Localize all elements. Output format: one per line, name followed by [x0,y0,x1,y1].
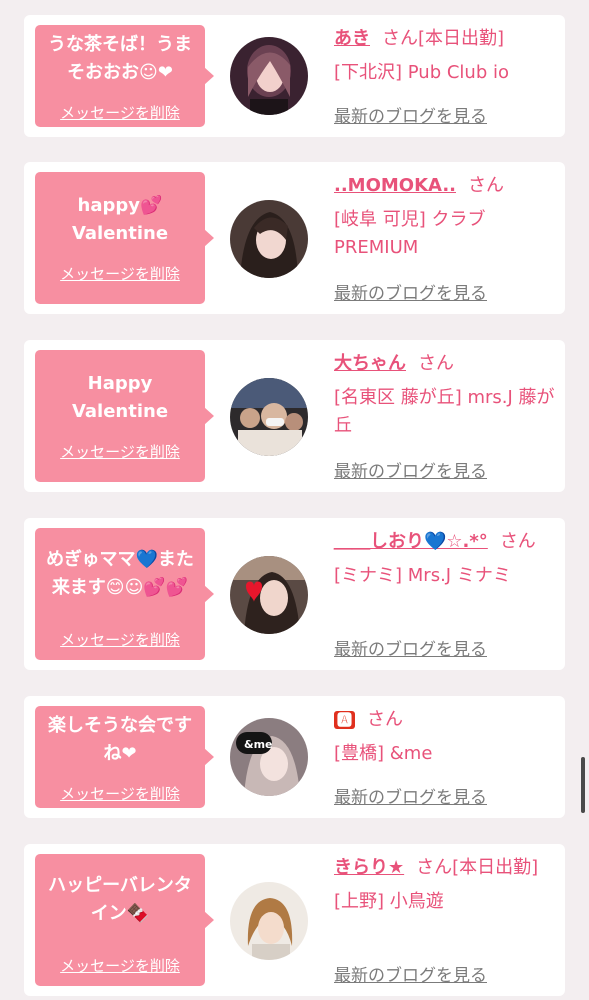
hostess-name-link[interactable]: きらり★ [334,857,404,878]
honorific-label: さん [468,175,504,196]
message-bubble: Happy Valentine メッセージを削除 [35,350,214,482]
message-card: ハッピーバレンタイン🍫 メッセージを削除 きらり★ さん[本日出勤] [上野] 小… [24,844,565,996]
hostess-info: あき さん[本日出勤] [下北沢] Pub Club io [334,25,556,87]
delete-message-link[interactable]: メッセージを削除 [35,783,205,804]
latest-blog-link[interactable]: 最新のブログを見る [334,102,487,127]
avatar[interactable] [230,37,308,115]
message-bubble: めぎゅママ💙また来ます😊☺💕💕 メッセージを削除 [35,528,214,660]
shop-label: [上野] 小鳥遊 [334,891,444,912]
message-card: 楽しそうな会ですね❤ メッセージを削除 &me 🅰 さん [豊橋] &me 最新の… [24,696,565,818]
woman-portrait-icon [230,200,308,278]
honorific-label: さん [418,353,454,374]
hostess-info: 大ちゃん さん [名東区 藤が丘] mrs.J 藤が丘 [334,350,556,440]
latest-blog-link[interactable]: 最新のブログを見る [334,457,487,482]
delete-message-link[interactable]: メッセージを削除 [35,441,205,462]
avatar[interactable] [230,378,308,456]
honorific-label: さん [499,531,536,552]
avatar[interactable] [230,556,308,634]
message-text: うな茶そば！うまそおおお☺❤ [48,34,192,83]
honorific-label: さん[本日出勤] [382,28,505,49]
hostess-info: ..MOMOKA.. さん [岐阜 可児] クラブ PREMIUM [334,172,556,262]
woman-portrait-icon [230,882,308,960]
message-bubble: happy💕 Valentine メッセージを削除 [35,172,214,304]
message-text: 楽しそうな会ですね❤ [48,715,192,764]
hostess-name-link[interactable]: ..MOMOKA.. [334,175,456,196]
me-sticker-label: &me [244,738,273,751]
scrollbar[interactable] [581,757,585,813]
group-photo-icon [230,378,308,456]
shop-label: [岐阜 可児] クラブ PREMIUM [334,209,486,258]
message-bubble: ハッピーバレンタイン🍫 メッセージを削除 [35,854,214,986]
hostess-info: ＿＿しおり💙☆.*° さん [ミナミ] Mrs.J ミナミ [334,528,556,590]
shop-label: [ミナミ] Mrs.J ミナミ [334,565,511,586]
avatar[interactable]: &me [230,718,308,796]
hostess-name-link[interactable]: あき [334,28,370,49]
woman-portrait-icon [230,37,308,115]
delete-message-link[interactable]: メッセージを削除 [35,102,205,123]
message-text: ハッピーバレンタイン🍫 [48,875,192,924]
latest-blog-link[interactable]: 最新のブログを見る [334,961,487,986]
message-bubble: うな茶そば！うまそおおお☺❤ メッセージを削除 [35,25,214,127]
delete-message-link[interactable]: メッセージを削除 [35,629,205,650]
latest-blog-link[interactable]: 最新のブログを見る [334,279,487,304]
honorific-label: さん[本日出勤] [416,857,539,878]
hostess-name-link[interactable]: ＿＿しおり💙☆.*° [334,531,488,552]
avatar[interactable] [230,200,308,278]
message-text: Happy Valentine [71,373,169,422]
message-card: Happy Valentine メッセージを削除 大ちゃん さん [名東区 藤が丘… [24,340,565,492]
hostess-name-link[interactable]: 大ちゃん [334,353,406,374]
hostess-name-link[interactable]: 🅰 [334,711,356,729]
woman-portrait-icon [230,556,308,634]
message-text: めぎゅママ💙また来ます😊☺💕💕 [46,549,194,598]
latest-blog-link[interactable]: 最新のブログを見る [334,783,487,808]
message-card: うな茶そば！うまそおおお☺❤ メッセージを削除 あき さん[本日出勤] [下北沢]… [24,15,565,137]
delete-message-link[interactable]: メッセージを削除 [35,263,205,284]
shop-label: [名東区 藤が丘] mrs.J 藤が丘 [334,387,555,436]
shop-label: [豊橋] &me [334,743,433,764]
message-bubble: 楽しそうな会ですね❤ メッセージを削除 [35,706,214,808]
message-card: めぎゅママ💙また来ます😊☺💕💕 メッセージを削除 ＿＿しおり💙☆.*° さん [ミ… [24,518,565,670]
woman-portrait-icon [230,718,308,796]
delete-message-link[interactable]: メッセージを削除 [35,955,205,976]
hostess-info: きらり★ さん[本日出勤] [上野] 小鳥遊 [334,854,556,916]
avatar[interactable] [230,882,308,960]
honorific-label: さん [367,709,404,730]
hostess-info: 🅰 さん [豊橋] &me [334,706,556,768]
shop-label: [下北沢] Pub Club io [334,62,509,83]
latest-blog-link[interactable]: 最新のブログを見る [334,635,487,660]
message-text: happy💕 Valentine [71,195,169,244]
message-card: happy💕 Valentine メッセージを削除 ..MOMOKA.. さん [… [24,162,565,314]
